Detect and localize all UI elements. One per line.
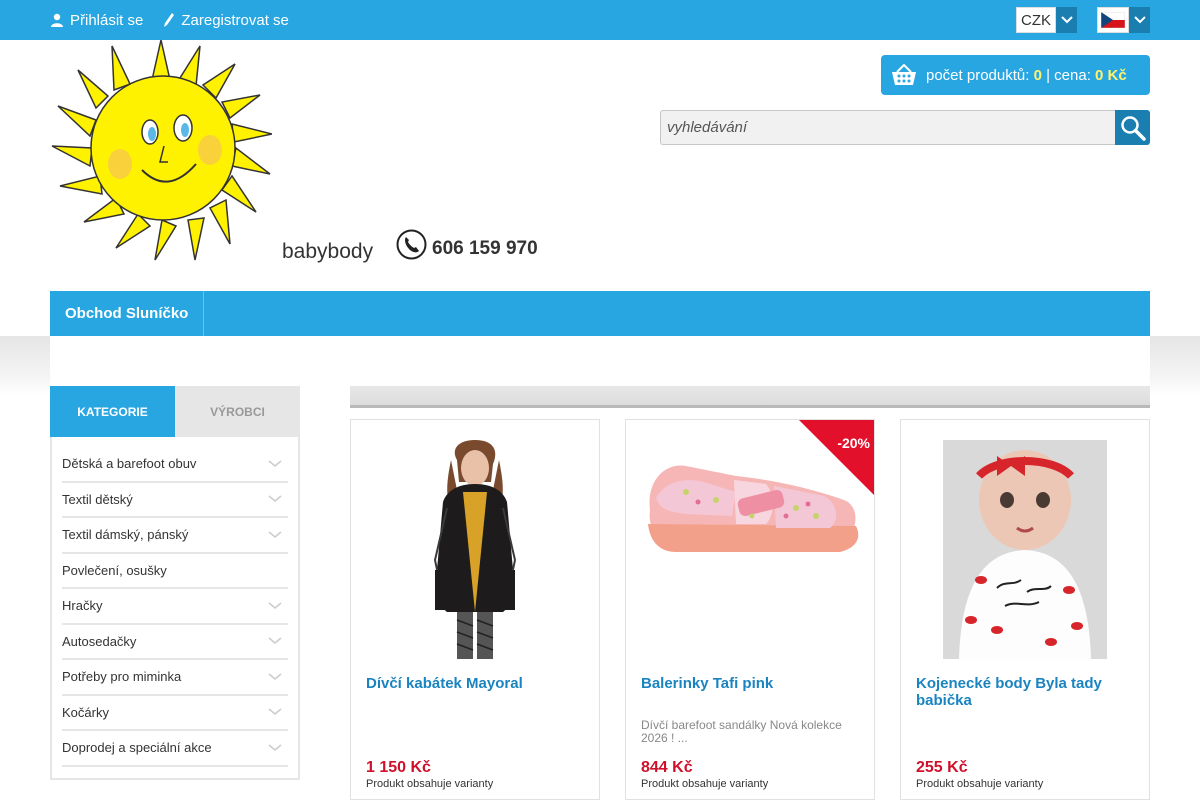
category-label: Kočárky [62, 704, 109, 720]
chevron-down-icon[interactable] [268, 634, 282, 648]
product-description: Dívčí barefoot sandálky Nová kolekce 202… [641, 718, 842, 745]
product-price: 1 150 Kč [366, 759, 431, 776]
product-variants-note: Produkt obsahuje varianty [916, 778, 1044, 790]
discount-badge: -20% [799, 420, 874, 495]
product-title[interactable]: Balerinky Tafi pink [641, 675, 861, 692]
category-item[interactable]: Doprodej a speciální akce [62, 731, 288, 767]
pencil-icon [164, 13, 175, 27]
product-title[interactable]: Dívčí kabátek Mayoral [366, 675, 586, 692]
currency-select[interactable]: CZK [1016, 7, 1077, 33]
category-label: Autosedačky [62, 633, 137, 649]
product-price: 255 Kč [916, 759, 968, 776]
language-select[interactable] [1097, 7, 1150, 33]
category-item[interactable]: Povlečení, osušky [62, 554, 288, 589]
cart-price-label: cena: [1054, 66, 1091, 84]
discount-label: -20% [837, 435, 870, 451]
category-label: Doprodej a speciální akce [62, 740, 212, 756]
brand-name: babybody [282, 240, 374, 263]
category-label: Dětská a barefoot obuv [62, 456, 197, 472]
category-item[interactable]: Potřeby pro miminka [62, 660, 288, 696]
login-label: Přihlásit se [70, 11, 144, 29]
chevron-down-icon [1056, 7, 1077, 33]
login-link[interactable]: Přihlásit se [50, 12, 143, 29]
top-bar: Přihlásit se Zaregistrovat se CZK [0, 0, 1200, 40]
product-title[interactable]: Kojenecké body Byla tady babička [916, 675, 1136, 709]
category-label: Hračky [62, 598, 103, 614]
nav-item-obchod[interactable]: Obchod Sluníčko [50, 291, 204, 336]
phone-icon [396, 229, 427, 259]
main-nav: Obchod Sluníčko [50, 291, 1150, 336]
flag-cz-icon [1097, 7, 1129, 33]
cart-price: 0 Kč [1095, 66, 1127, 84]
product-card[interactable]: -20% Balerinky Tafi pink Dívčí barefoot … [625, 419, 875, 800]
product-card[interactable]: Kojenecké body Byla tady babička 255 Kč … [900, 419, 1150, 800]
currency-value: CZK [1016, 7, 1056, 33]
category-label: Textil dámský, pánský [62, 527, 189, 543]
category-item[interactable]: Dětská a barefoot obuv [62, 447, 288, 483]
user-icon [51, 13, 63, 27]
tab-manufacturers[interactable]: VÝROBCI [175, 386, 300, 437]
category-panel: Dětská a barefoot obuv Textil dětský Tex… [50, 437, 300, 780]
search-button[interactable] [1115, 110, 1150, 145]
product-variants-note: Produkt obsahuje varianty [366, 778, 494, 790]
phone-number: 606 159 970 [432, 238, 538, 259]
category-list: Dětská a barefoot obuv Textil dětský Tex… [62, 447, 288, 767]
sidebar-tabs: KATEGORIE VÝROBCI [50, 386, 300, 437]
cart-count: 0 [1033, 66, 1042, 84]
chevron-down-icon[interactable] [268, 705, 282, 719]
search-bar [660, 110, 1150, 145]
chevron-down-icon[interactable] [268, 599, 282, 613]
product-price: 844 Kč [641, 759, 693, 776]
category-item[interactable]: Kočárky [62, 696, 288, 731]
product-card[interactable]: Dívčí kabátek Mayoral 1 150 Kč Produkt o… [350, 419, 600, 800]
category-item[interactable]: Textil dětský [62, 483, 288, 518]
category-label: Povlečení, osušky [62, 562, 167, 578]
register-link[interactable]: Zaregistrovat se [163, 12, 289, 29]
cart-text: počet produktů: 0 | cena: 0 Kč [926, 67, 1127, 84]
category-label: Potřeby pro miminka [62, 669, 182, 685]
category-item[interactable]: Autosedačky [62, 625, 288, 660]
chevron-down-icon[interactable] [268, 528, 282, 542]
cart-separator: | [1046, 66, 1050, 84]
category-label: Textil dětský [62, 491, 133, 507]
search-input[interactable] [660, 110, 1115, 145]
basket-icon [881, 64, 926, 86]
chevron-down-icon[interactable] [268, 457, 282, 471]
register-label: Zaregistrovat se [181, 11, 289, 29]
product-image[interactable] [901, 420, 1149, 659]
phone-contact: 606 159 970 [396, 228, 538, 260]
tab-categories[interactable]: KATEGORIE [50, 386, 175, 437]
product-image[interactable] [351, 420, 599, 659]
chevron-down-icon[interactable] [268, 492, 282, 506]
chevron-down-icon [1129, 7, 1150, 33]
cart-summary[interactable]: počet produktů: 0 | cena: 0 Kč [881, 55, 1150, 95]
product-variants-note: Produkt obsahuje varianty [641, 778, 769, 790]
auth-links: Přihlásit se Zaregistrovat se [50, 0, 289, 40]
sun-logo[interactable] [50, 39, 273, 262]
cart-count-label: počet produktů: [926, 66, 1030, 84]
category-item[interactable]: Textil dámský, pánský [62, 518, 288, 554]
search-icon [1120, 115, 1146, 141]
products-header-bar [350, 386, 1150, 408]
chevron-down-icon[interactable] [268, 741, 282, 755]
chevron-down-icon[interactable] [268, 670, 282, 684]
category-item[interactable]: Hračky [62, 589, 288, 625]
